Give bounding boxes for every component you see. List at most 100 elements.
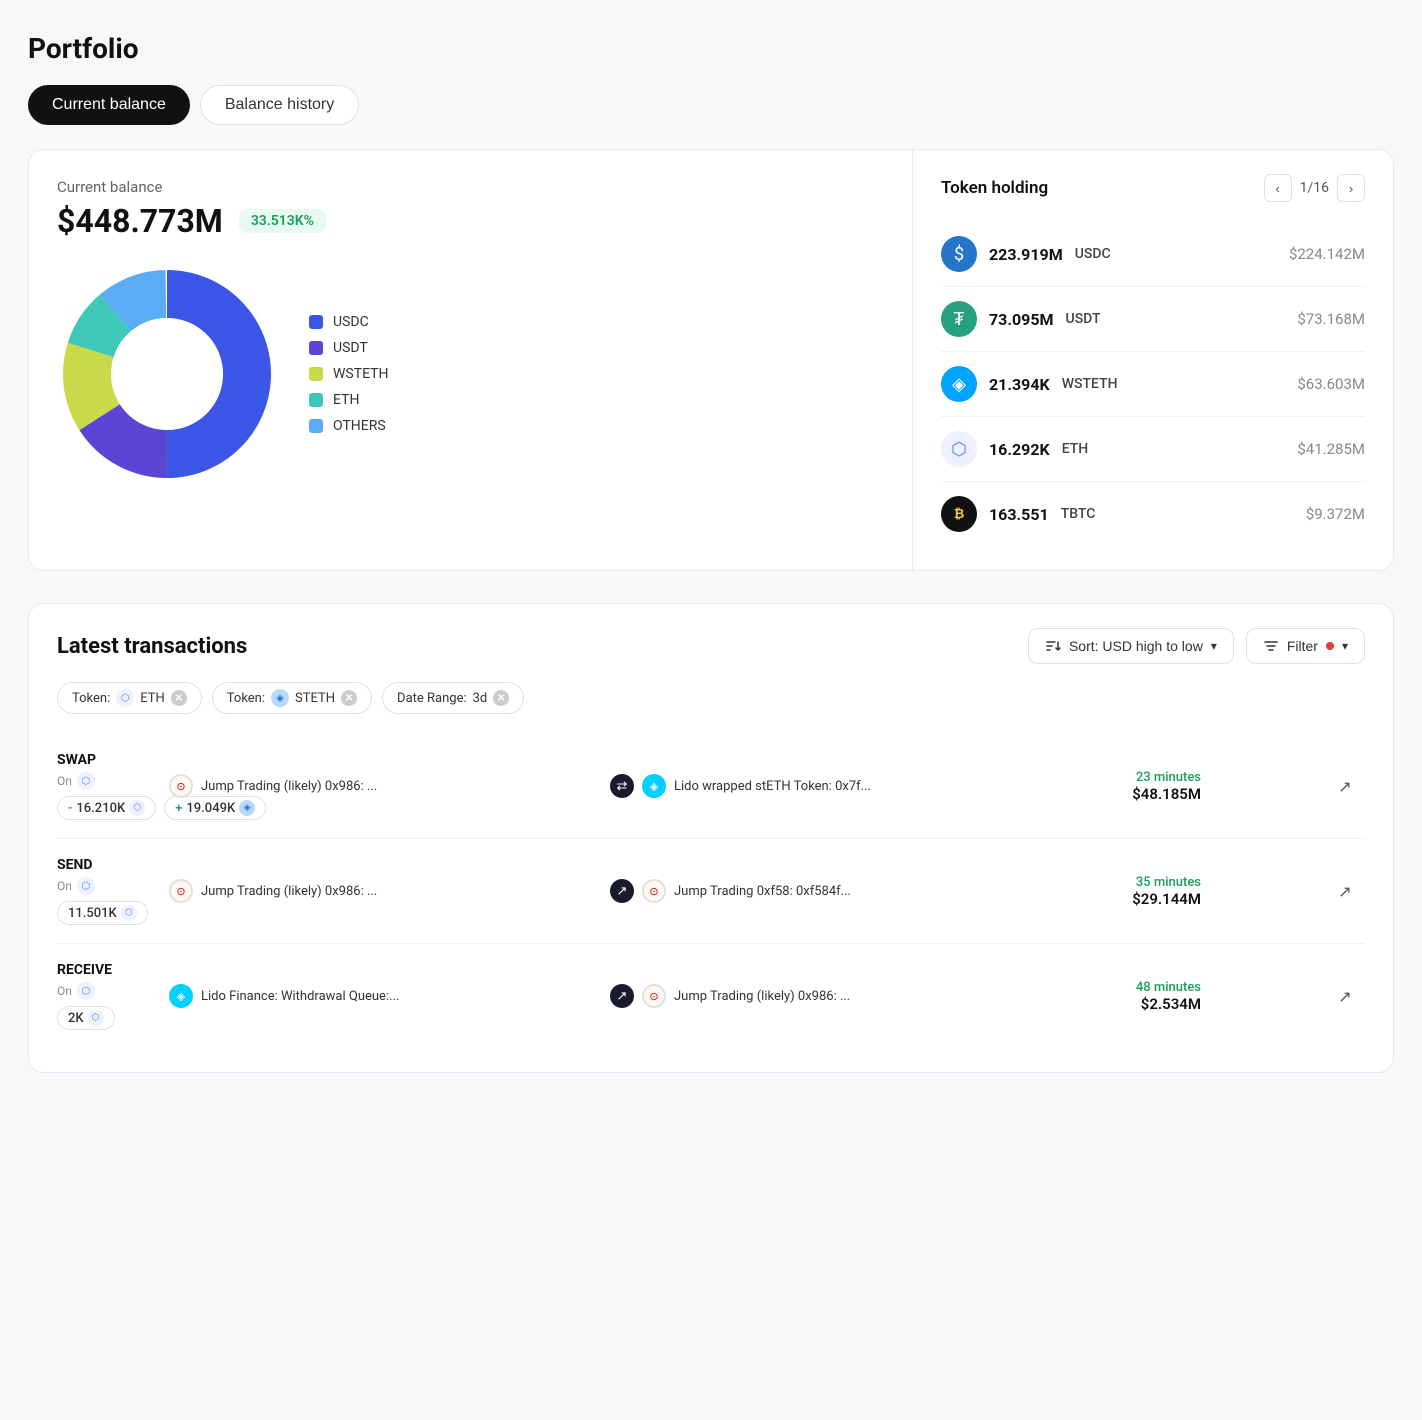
token-row-wsteth: ◈ 21.394K WSTETH $63.603M	[941, 352, 1365, 417]
filter-tag-eth-label: Token:	[72, 691, 110, 706]
tx-type-swap: SWAP	[57, 752, 157, 768]
tx-from-swap: ⊙ Jump Trading (likely) 0x986: ...	[169, 774, 598, 798]
eth-amount-icon-receive: ⬡	[88, 1010, 104, 1026]
filter-tag-date-label: Date Range:	[397, 691, 467, 706]
wsteth-amount: 21.394K	[989, 375, 1050, 394]
wsteth-usd: $63.603M	[1297, 375, 1365, 393]
balance-badge: 33.513K%	[239, 209, 326, 233]
transactions-title: Latest transactions	[57, 634, 247, 659]
filter-tag-steth-label: Token:	[227, 691, 265, 706]
balance-row: $448.773M 33.513K%	[57, 202, 880, 240]
token-panel-header: Token holding ‹ 1/16 ›	[941, 174, 1365, 202]
legend-label-wsteth: WSTETH	[333, 366, 389, 382]
tbtc-symbol: TBTC	[1061, 506, 1096, 522]
receive-mid-icon: ↗	[610, 984, 634, 1008]
tx-row-receive: RECEIVE On ⬡ 2K ⬡ ◈ Lido Finance: Withdr…	[57, 944, 1365, 1048]
tx-link-send[interactable]: ↗	[1325, 882, 1365, 901]
tx-from-receive: ◈ Lido Finance: Withdrawal Queue:...	[169, 984, 598, 1008]
tx-to-swap: ⇄ ◈ Lido wrapped stETH Token: 0x7f...	[610, 774, 1039, 798]
usdt-usd: $73.168M	[1297, 310, 1365, 328]
legend-label-usdt: USDT	[333, 340, 368, 356]
jump-to-icon-receive: ⊙	[642, 984, 666, 1008]
tbtc-icon: ₿	[941, 496, 977, 532]
token-panel-title: Token holding	[941, 178, 1048, 198]
next-page-button[interactable]: ›	[1337, 174, 1365, 202]
usdt-symbol: USDT	[1066, 311, 1101, 327]
eth-token-icon: ⬡	[941, 431, 977, 467]
eth-amount-icon-send: ⬡	[121, 905, 137, 921]
tx-type-send: SEND	[57, 857, 157, 873]
legend-item-usdt: USDT	[309, 340, 389, 356]
donut-area: USDC USDT WSTETH ETH	[57, 264, 880, 484]
sort-label: Sort: USD high to low	[1069, 638, 1203, 654]
remove-date-filter-button[interactable]: ✕	[493, 690, 509, 706]
top-panels: Current balance $448.773M 33.513K%	[28, 149, 1394, 571]
tx-time-receive: 48 minutes	[1051, 980, 1201, 995]
tx-controls: Sort: USD high to low ▾ Filter ▾	[1028, 628, 1365, 664]
token-row-tbtc: ₿ 163.551 TBTC $9.372M	[941, 482, 1365, 546]
usdt-amount: 73.095M	[989, 310, 1054, 329]
steth-filter-icon: ◈	[271, 689, 289, 707]
lido-from-icon-receive: ◈	[169, 984, 193, 1008]
tx-from-send: ⊙ Jump Trading (likely) 0x986: ...	[169, 879, 598, 903]
jump-from-icon-swap: ⊙	[169, 774, 193, 798]
tx-on-label-send: On	[57, 879, 72, 893]
tx-to-address-receive: Jump Trading (likely) 0x986: ...	[674, 989, 850, 1004]
token-row-usdc: $ 223.919M USDC $224.142M	[941, 222, 1365, 287]
tx-usd-receive: $2.534M	[1051, 995, 1201, 1013]
tx-from-address-swap: Jump Trading (likely) 0x986: ...	[201, 779, 377, 794]
sort-button[interactable]: Sort: USD high to low ▾	[1028, 628, 1234, 664]
jump-to-icon-send: ⊙	[642, 879, 666, 903]
legend-label-eth: ETH	[333, 392, 359, 408]
filter-label: Filter	[1287, 638, 1318, 654]
balance-label: Current balance	[57, 178, 880, 196]
tx-type-col-swap: SWAP On ⬡ - 16.210K ⬡ + 19.049K ◈	[57, 752, 157, 820]
tx-time-send: 35 minutes	[1051, 875, 1201, 890]
filter-tag-steth: Token: ◈ STETH ✕	[212, 682, 372, 714]
transactions-section: Latest transactions Sort: USD high to lo…	[28, 603, 1394, 1073]
tx-amounts-receive: 2K ⬡	[57, 1006, 157, 1030]
tx-type-col-send: SEND On ⬡ 11.501K ⬡	[57, 857, 157, 925]
tx-on-receive: On ⬡	[57, 982, 157, 1000]
filter-icon	[1263, 638, 1279, 654]
eth-symbol: ETH	[1062, 441, 1089, 457]
tx-amount-out-swap: - 16.210K ⬡	[57, 796, 156, 820]
sort-chevron-icon: ▾	[1211, 639, 1217, 653]
tbtc-amount: 163.551	[989, 505, 1049, 524]
filter-button[interactable]: Filter ▾	[1246, 628, 1365, 664]
tx-amount-receive: 2K ⬡	[57, 1006, 115, 1030]
tx-amounts-swap: - 16.210K ⬡ + 19.049K ◈	[57, 796, 157, 820]
jump-from-icon-send: ⊙	[169, 879, 193, 903]
prev-page-button[interactable]: ‹	[1264, 174, 1292, 202]
usdc-amount: 223.919M	[989, 245, 1063, 264]
tx-amount-in-swap: + 19.049K ◈	[164, 796, 266, 820]
legend-label-others: OTHERS	[333, 418, 386, 434]
tx-link-swap[interactable]: ↗	[1325, 777, 1365, 796]
tx-link-receive[interactable]: ↗	[1325, 987, 1365, 1006]
tx-usd-send: $29.144M	[1051, 890, 1201, 908]
tx-usd-swap: $48.185M	[1051, 785, 1201, 803]
tx-to-address-swap: Lido wrapped stETH Token: 0x7f...	[674, 779, 871, 794]
eth-network-icon-receive: ⬡	[77, 982, 95, 1000]
usdc-symbol: USDC	[1075, 246, 1111, 262]
tx-on-label-swap: On	[57, 774, 72, 788]
token-panel: Token holding ‹ 1/16 › $ 223.919M USDC $…	[913, 150, 1393, 570]
filter-active-dot	[1326, 642, 1334, 650]
tx-row-swap: SWAP On ⬡ - 16.210K ⬡ + 19.049K ◈	[57, 734, 1365, 839]
usdc-usd: $224.142M	[1289, 245, 1365, 263]
legend: USDC USDT WSTETH ETH	[309, 314, 389, 434]
remove-eth-filter-button[interactable]: ✕	[171, 690, 187, 706]
tab-balance-history[interactable]: Balance history	[200, 85, 359, 125]
tx-from-address-receive: Lido Finance: Withdrawal Queue:...	[201, 989, 399, 1004]
page-title: Portfolio	[28, 32, 1394, 65]
tx-amounts-send: 11.501K ⬡	[57, 901, 157, 925]
filter-tag-date-value: 3d	[473, 691, 488, 706]
pagination: ‹ 1/16 ›	[1264, 174, 1365, 202]
eth-network-icon-swap: ⬡	[77, 772, 95, 790]
tab-current-balance[interactable]: Current balance	[28, 85, 190, 125]
tx-header: Latest transactions Sort: USD high to lo…	[57, 628, 1365, 664]
remove-steth-filter-button[interactable]: ✕	[341, 690, 357, 706]
filter-tag-steth-value: STETH	[295, 691, 335, 706]
balance-amount: $448.773M	[57, 202, 223, 240]
send-mid-icon: ↗	[610, 879, 634, 903]
